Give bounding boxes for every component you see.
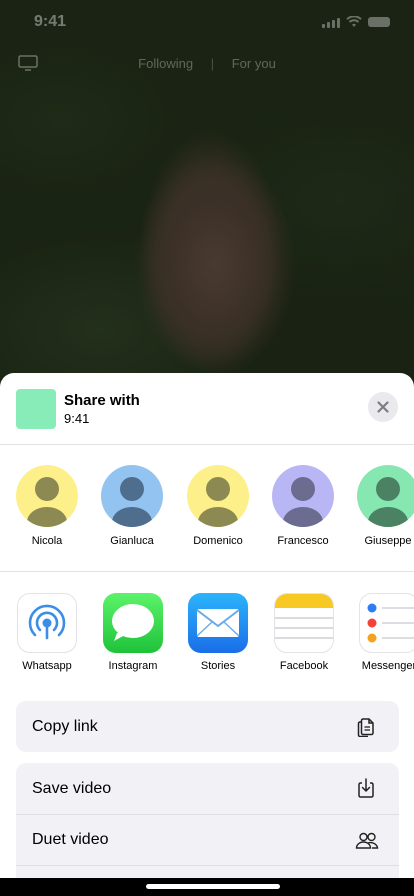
contact-name: Francesco xyxy=(277,535,329,547)
tab-separator: | xyxy=(210,56,215,71)
avatar xyxy=(101,465,163,527)
share-subtitle: 9:41 xyxy=(64,411,90,426)
contact-item[interactable]: Domenico xyxy=(175,465,261,547)
mail-icon xyxy=(188,593,248,653)
contact-name: Nicola xyxy=(31,535,63,547)
save-video-label: Save video xyxy=(32,779,112,797)
avatar xyxy=(187,465,249,527)
save-video-button[interactable]: Save video xyxy=(16,763,399,814)
close-button[interactable] xyxy=(368,392,398,422)
contact-item[interactable]: Giuseppe xyxy=(345,465,414,547)
duet-video-button[interactable]: Duet video xyxy=(16,814,399,865)
cellular-signal-icon xyxy=(322,17,340,28)
share-title: Share with xyxy=(64,392,140,409)
apps-row: Whatsapp Instagram Stories Facebook Mess… xyxy=(0,572,414,700)
notes-icon xyxy=(274,593,334,653)
close-icon xyxy=(377,401,389,413)
app-name: Facebook xyxy=(279,660,329,672)
wifi-icon xyxy=(346,16,362,27)
share-thumbnail xyxy=(16,389,56,429)
app-item-instagram[interactable]: Instagram xyxy=(90,593,176,672)
airdrop-icon xyxy=(17,593,77,653)
tab-for-you[interactable]: For you xyxy=(232,56,276,71)
status-bar: 9:41 xyxy=(0,0,414,44)
avatar xyxy=(272,465,334,527)
contact-item[interactable]: Nicola xyxy=(4,465,90,547)
messages-icon xyxy=(103,593,163,653)
app-name: Stories xyxy=(200,660,236,672)
video-actions-group: Save video Duet video xyxy=(16,763,399,896)
status-icons xyxy=(322,16,390,28)
app-name: Whatsapp xyxy=(22,660,72,672)
app-item-whatsapp[interactable]: Whatsapp xyxy=(4,593,90,672)
avatar xyxy=(16,465,78,527)
copy-icon xyxy=(357,718,374,737)
video-subject xyxy=(120,125,310,385)
contact-item[interactable]: Gianluca xyxy=(89,465,175,547)
download-icon xyxy=(358,778,374,798)
app-item-facebook[interactable]: Facebook xyxy=(261,593,347,672)
copy-link-label: Copy link xyxy=(32,717,98,735)
home-indicator[interactable] xyxy=(146,884,280,889)
app-name: Messenger xyxy=(361,660,414,672)
share-sheet: Share with 9:41 Nicola Gianluca Domenico xyxy=(0,373,414,896)
share-sheet-header: Share with 9:41 xyxy=(0,373,414,445)
home-indicator-area xyxy=(0,878,414,896)
avatar xyxy=(357,465,414,527)
people-icon xyxy=(355,832,379,849)
feed-tabs: Following | For you xyxy=(0,56,414,71)
app-item-messenger[interactable]: Messenger xyxy=(346,593,414,672)
battery-icon xyxy=(368,17,390,27)
duet-video-label: Duet video xyxy=(32,831,109,848)
copy-link-group: Copy link xyxy=(16,701,399,752)
contacts-row: Nicola Gianluca Domenico Francesco Giuse… xyxy=(0,445,414,572)
contact-name: Giuseppe xyxy=(364,535,412,547)
copy-link-button[interactable]: Copy link xyxy=(16,701,399,752)
app-item-stories[interactable]: Stories xyxy=(175,593,261,672)
app-name: Instagram xyxy=(108,660,158,672)
contact-name: Gianluca xyxy=(110,535,154,547)
contact-name: Domenico xyxy=(193,535,243,547)
contact-item[interactable]: Francesco xyxy=(260,465,346,547)
tab-following[interactable]: Following xyxy=(138,56,193,71)
reminders-icon xyxy=(359,593,414,653)
status-time: 9:41 xyxy=(34,13,67,30)
